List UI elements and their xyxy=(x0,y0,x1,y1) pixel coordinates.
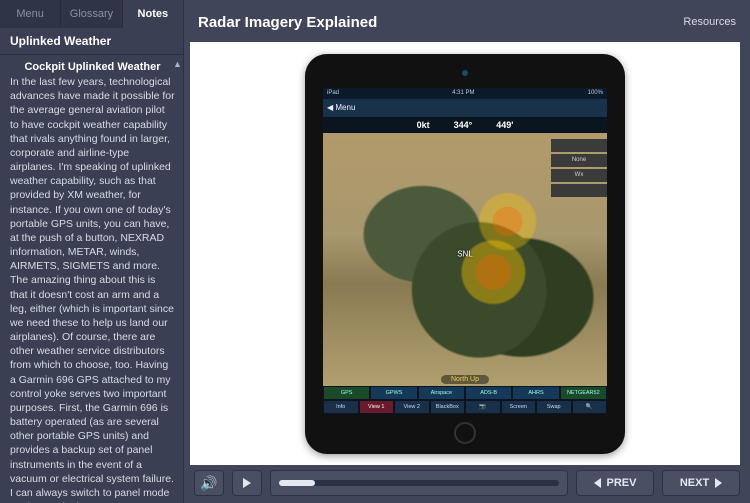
app-menu-button[interactable]: ◀ Menu xyxy=(327,103,355,112)
app-row-1: GPS GPWS Airspace ADS-B AHRS NETGEAR52 xyxy=(323,386,607,400)
layer-button-3[interactable] xyxy=(551,184,607,197)
main-area: Menu Glossary Notes Uplinked Weather ▲ C… xyxy=(0,0,750,503)
btn-gpws[interactable]: GPWS xyxy=(370,386,417,400)
btn-view1[interactable]: View 1 xyxy=(359,400,395,414)
ios-status-right: 100% xyxy=(588,90,603,96)
btn-adsb[interactable]: ADS-B xyxy=(465,386,512,400)
content-header: Radar Imagery Explained Resources xyxy=(184,0,750,40)
btn-camera-icon[interactable]: 📷 xyxy=(465,400,501,414)
btn-search-icon[interactable]: 🔍 xyxy=(572,400,608,414)
btn-airspace[interactable]: Airspace xyxy=(418,386,465,400)
player-controls: 🔊 PREV NEXT xyxy=(184,469,750,503)
ipad-screen: iPad 4:31 PM 100% ◀ Menu ☀ ▾ xyxy=(323,88,607,414)
content-area: Radar Imagery Explained Resources iPad 4… xyxy=(184,0,750,503)
layer-button-none[interactable]: None xyxy=(551,154,607,167)
ipad-device: iPad 4:31 PM 100% ◀ Menu ☀ ▾ xyxy=(305,54,625,454)
layer-button-0[interactable] xyxy=(551,139,607,152)
heading-readout: 344° xyxy=(454,120,473,130)
map-canvas[interactable]: None Wx SNL North Up xyxy=(323,133,607,386)
app-root: Menu Glossary Notes Uplinked Weather ▲ C… xyxy=(0,0,750,503)
north-up-badge[interactable]: North Up xyxy=(441,375,489,384)
app-top-bar: ◀ Menu ☀ ▾ xyxy=(323,99,607,117)
prev-button[interactable]: PREV xyxy=(576,470,654,496)
app-bottom-bars: GPS GPWS Airspace ADS-B AHRS NETGEAR52 I… xyxy=(323,386,607,414)
btn-info[interactable]: Info xyxy=(323,400,359,414)
btn-view2[interactable]: View 2 xyxy=(394,400,430,414)
chevron-left-icon xyxy=(594,478,601,488)
ipad-camera-icon xyxy=(462,70,468,76)
progress-track xyxy=(279,480,559,486)
tab-menu[interactable]: Menu xyxy=(0,0,61,28)
app-row-2: Info View 1 View 2 BlackBox 📷 Screen Swa… xyxy=(323,400,607,414)
next-button[interactable]: NEXT xyxy=(662,470,740,496)
speaker-icon: 🔊 xyxy=(200,475,217,492)
progress-bar[interactable] xyxy=(270,470,568,496)
altitude-readout: 449' xyxy=(496,120,513,130)
btn-swap[interactable]: Swap xyxy=(536,400,572,414)
speed-readout: 0kt xyxy=(417,120,430,130)
map-center-label: SNL xyxy=(457,249,473,258)
page-title: Radar Imagery Explained xyxy=(198,14,377,31)
btn-blackbox[interactable]: BlackBox xyxy=(430,400,466,414)
next-label: NEXT xyxy=(680,477,709,489)
scroll-up-icon[interactable]: ▲ xyxy=(173,59,181,67)
play-icon xyxy=(243,478,251,488)
notes-panel[interactable]: ▲ Cockpit Uplinked Weather In the last f… xyxy=(0,55,183,503)
notes-heading: Cockpit Uplinked Weather xyxy=(10,61,175,73)
play-button[interactable] xyxy=(232,470,262,496)
tab-glossary[interactable]: Glossary xyxy=(61,0,122,28)
prev-label: PREV xyxy=(607,477,637,489)
sidebar-tabs: Menu Glossary Notes xyxy=(0,0,183,28)
slide-stage: iPad 4:31 PM 100% ◀ Menu ☀ ▾ xyxy=(190,42,740,465)
notes-body: In the last few years, technological adv… xyxy=(10,75,175,503)
flight-data-bar: 0kt 344° 449' xyxy=(323,117,607,133)
ios-status-bar: iPad 4:31 PM 100% xyxy=(323,88,607,99)
btn-gps[interactable]: GPS xyxy=(323,386,370,400)
sidebar-title: Uplinked Weather xyxy=(0,28,183,55)
chevron-right-icon xyxy=(715,478,722,488)
resources-link[interactable]: Resources xyxy=(683,16,736,28)
progress-fill xyxy=(279,480,315,486)
btn-screen[interactable]: Screen xyxy=(501,400,537,414)
sidebar: Menu Glossary Notes Uplinked Weather ▲ C… xyxy=(0,0,184,503)
map-layer-buttons: None Wx xyxy=(551,139,607,199)
btn-ahrs[interactable]: AHRS xyxy=(512,386,559,400)
btn-netgear[interactable]: NETGEAR52 xyxy=(560,386,607,400)
tab-notes[interactable]: Notes xyxy=(123,0,183,28)
ios-status-center: 4:31 PM xyxy=(452,90,474,96)
volume-button[interactable]: 🔊 xyxy=(194,470,224,496)
ipad-home-button xyxy=(454,422,476,444)
layer-button-wx[interactable]: Wx xyxy=(551,169,607,182)
ios-status-left: iPad xyxy=(327,90,339,96)
